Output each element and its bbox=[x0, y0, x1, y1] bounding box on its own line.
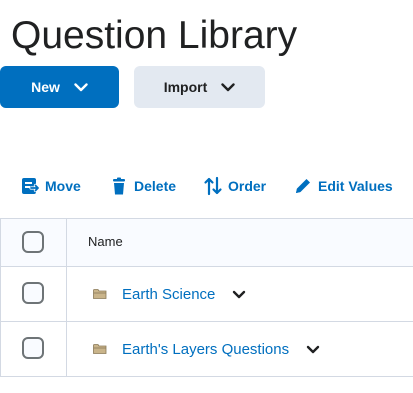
delete-button[interactable]: Delete bbox=[109, 173, 176, 199]
new-button-label: New bbox=[31, 79, 60, 95]
context-menu-chevron-icon[interactable] bbox=[230, 285, 248, 303]
table-header-row: Name bbox=[0, 219, 413, 267]
column-header-name: Name bbox=[88, 234, 123, 249]
folder-icon bbox=[93, 288, 107, 300]
sort-order-icon bbox=[203, 176, 223, 196]
table-row: Earth Science bbox=[0, 267, 413, 322]
delete-label: Delete bbox=[134, 178, 177, 194]
folder-link[interactable]: Earth's Layers Questions bbox=[122, 341, 289, 358]
move-label: Move bbox=[45, 178, 81, 194]
new-button[interactable]: New bbox=[0, 66, 119, 108]
row-select-cell bbox=[0, 267, 67, 321]
page-title: Question Library bbox=[11, 14, 298, 57]
question-table: Name Earth Science Earth's Layers Questi… bbox=[0, 218, 413, 377]
chevron-down-icon bbox=[221, 82, 235, 92]
move-icon bbox=[20, 176, 40, 196]
row-checkbox[interactable] bbox=[22, 337, 44, 359]
move-button[interactable]: Move bbox=[20, 173, 81, 199]
action-toolbar: Move Delete Order Edit Values bbox=[0, 173, 413, 199]
edit-values-label: Edit Values bbox=[318, 178, 393, 194]
order-label: Order bbox=[228, 178, 267, 194]
row-select-cell bbox=[0, 322, 67, 376]
folder-link[interactable]: Earth Science bbox=[122, 286, 215, 303]
select-all-cell bbox=[0, 219, 67, 266]
pencil-icon bbox=[293, 176, 313, 196]
trash-icon bbox=[109, 176, 129, 196]
edit-values-button[interactable]: Edit Values bbox=[293, 173, 393, 199]
name-cell: Earth Science bbox=[93, 267, 248, 321]
table-row: Earth's Layers Questions bbox=[0, 322, 413, 377]
import-button-label: Import bbox=[163, 79, 208, 95]
select-all-checkbox[interactable] bbox=[22, 231, 44, 253]
row-checkbox[interactable] bbox=[22, 282, 44, 304]
folder-icon bbox=[93, 343, 107, 355]
order-button[interactable]: Order bbox=[203, 173, 266, 199]
chevron-down-icon bbox=[74, 82, 88, 92]
import-button[interactable]: Import bbox=[134, 66, 265, 108]
name-cell: Earth's Layers Questions bbox=[93, 322, 322, 376]
context-menu-chevron-icon[interactable] bbox=[304, 340, 322, 358]
